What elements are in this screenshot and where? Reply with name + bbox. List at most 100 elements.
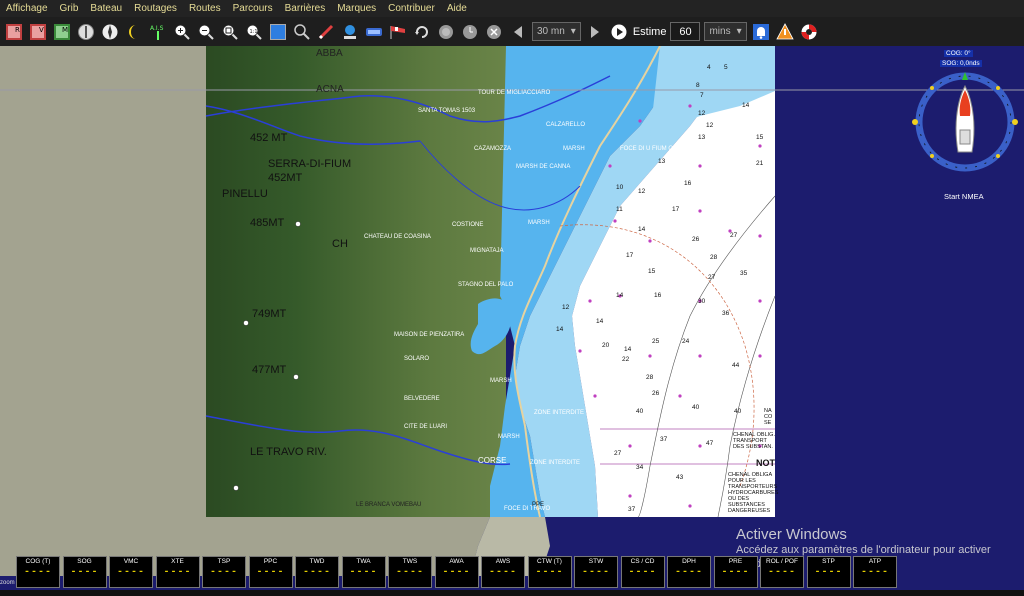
gray-disc-icon[interactable] [436, 22, 456, 42]
bell-icon[interactable] [751, 22, 771, 42]
menu-aide[interactable]: Aide [441, 0, 473, 17]
instrument-aws[interactable]: AWS ---- [481, 556, 525, 588]
instrument-sog[interactable]: SOG ---- [62, 556, 107, 588]
instrument-twa[interactable]: TWA ---- [341, 556, 386, 588]
place-label: SANTA TOMAS 1503 [418, 108, 476, 114]
measure-pencil-icon[interactable] [316, 22, 336, 42]
estime-value-input[interactable]: 60 [670, 22, 701, 41]
watermark-title: Activer Windows [736, 526, 847, 543]
time-step-select[interactable]: 30 mn ▾ [532, 22, 581, 41]
instrument-label: TWD [309, 558, 325, 565]
stop-icon[interactable] [484, 22, 504, 42]
step-forward-icon[interactable] [585, 22, 605, 42]
instrument-xte[interactable]: XTE ---- [155, 556, 200, 588]
menu-contribuer[interactable]: Contribuer [382, 0, 441, 17]
boat-position-icon[interactable] [340, 22, 360, 42]
instrument-label: AWA [449, 558, 464, 565]
altitude-label: 485MT [250, 217, 285, 229]
place-label: PPE [532, 502, 545, 508]
start-nmea-button[interactable]: Start NMEA [944, 192, 984, 201]
river-mid [205, 105, 421, 146]
instrument-value: ---- [395, 567, 424, 578]
altitude-label: LE TRAVO RIV. [250, 446, 327, 458]
boat-compass[interactable]: COG: 0° SOG: 0,0nds Start NMEA [910, 50, 1020, 201]
menu-bateau[interactable]: Bateau [84, 0, 128, 17]
step-back-icon[interactable] [508, 22, 528, 42]
grib-globe-icon[interactable] [76, 22, 96, 42]
windsock-icon[interactable] [388, 22, 408, 42]
instrument-label: STP [822, 558, 835, 565]
lifebuoy-icon[interactable] [799, 22, 819, 42]
place-label: SOLARO [404, 356, 430, 362]
depth-sounding: 25 [652, 338, 660, 345]
refresh-icon[interactable] [412, 22, 432, 42]
instrument-ctw[interactable]: CTW (T) ---- [527, 556, 572, 588]
instrument-ppc[interactable]: PPC ---- [248, 556, 293, 588]
instrument-value: ---- [581, 567, 610, 578]
moon-icon[interactable] [124, 22, 144, 42]
instrument-label: PPC [263, 558, 278, 565]
depth-sounding: 14 [616, 292, 624, 299]
place-label: BELVEDERE [404, 396, 440, 402]
instrument-pre[interactable]: PRE ---- [713, 556, 758, 588]
instrument-value: ---- [767, 567, 796, 578]
depth-sounding: 12 [562, 304, 570, 311]
menu-routages[interactable]: Routages [128, 0, 183, 17]
instrument-label: COG (T) [25, 558, 51, 565]
svg-text:V: V [39, 26, 44, 34]
compass-rose-icon[interactable] [100, 22, 120, 42]
instrument-rol-pof[interactable]: ROL / POF ---- [760, 556, 804, 588]
menu-affichage[interactable]: Affichage [0, 0, 54, 17]
route-panel-icon[interactable] [364, 22, 384, 42]
menu-barrieres[interactable]: Barrières [279, 0, 332, 17]
select-area-icon[interactable] [268, 22, 288, 42]
instrument-dph[interactable]: DPH ---- [667, 556, 711, 588]
zoom-1to1-icon[interactable]: 1:1 [244, 22, 264, 42]
instrument-stp[interactable]: STP ---- [806, 556, 851, 588]
instrument-atp[interactable]: ATP ---- [853, 556, 897, 588]
play-icon[interactable] [609, 22, 629, 42]
instrument-awa[interactable]: AWA ---- [434, 556, 479, 588]
raster-map-icon[interactable]: R [4, 22, 24, 42]
clock-icon[interactable] [460, 22, 480, 42]
chevron-down-icon: ▾ [570, 26, 576, 37]
instrument-tsp[interactable]: TSP ---- [202, 556, 246, 588]
vector-map-icon[interactable]: V [28, 22, 48, 42]
instrument-stw[interactable]: STW ---- [574, 556, 618, 588]
instrument-value: ---- [488, 567, 517, 578]
instrument-label: DPH [682, 558, 696, 565]
zoom-fit-icon[interactable] [220, 22, 240, 42]
depth-sounding: 10 [616, 184, 624, 191]
instrument-cog[interactable]: COG (T) ---- [16, 556, 60, 588]
instrument-label: CS / CD [630, 558, 655, 565]
depth-sounding: 35 [740, 270, 748, 277]
mixed-map-icon[interactable]: M [52, 22, 72, 42]
warning-triangle-icon[interactable] [775, 22, 795, 42]
chart-workspace[interactable]: ABBA ACNA 452 MT SERRA-DI-FIUM 452MT PIN… [0, 46, 1024, 596]
depth-sounding: 12 [638, 188, 646, 195]
depth-sounding: 14 [596, 318, 604, 325]
depth-sounding: 40 [636, 408, 644, 415]
place-label: CITE DE LUARI [404, 424, 448, 430]
estime-unit-select[interactable]: mins ▾ [704, 22, 747, 41]
menu-routes[interactable]: Routes [183, 0, 227, 17]
instrument-label: VMC [123, 558, 139, 565]
menu-parcours[interactable]: Parcours [227, 0, 279, 17]
depth-sounding: 11 [616, 206, 623, 213]
zoom-in-icon[interactable] [172, 22, 192, 42]
menu-grib[interactable]: Grib [54, 0, 85, 17]
place-label: COSTIONE [452, 222, 484, 228]
depth-sounding: 12 [698, 110, 706, 117]
instrument-vmc[interactable]: VMC ---- [109, 556, 153, 588]
place-label: MARSH [498, 434, 520, 440]
zoom-out-icon[interactable] [196, 22, 216, 42]
menu-marques[interactable]: Marques [331, 0, 382, 17]
instrument-cs-cd[interactable]: CS / CD ---- [620, 556, 665, 588]
instrument-tws[interactable]: TWS ---- [388, 556, 432, 588]
search-icon[interactable] [292, 22, 312, 42]
instrument-twd[interactable]: TWD ---- [295, 556, 339, 588]
compass-dial [912, 72, 1018, 172]
depth-sounding: 12 [706, 122, 714, 129]
ais-icon[interactable]: A.I.S [148, 22, 168, 42]
depth-sounding: 14 [624, 346, 632, 353]
